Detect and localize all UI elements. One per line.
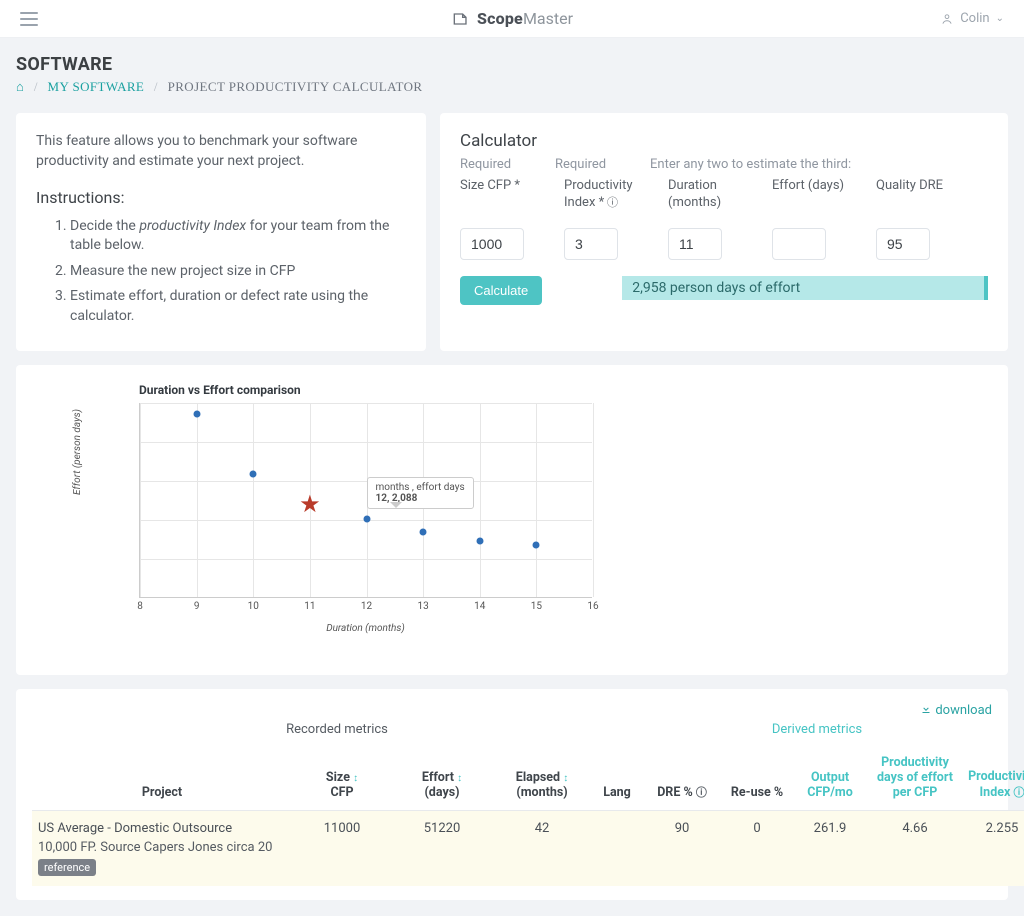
cell-pdpcfp: 4.66	[868, 810, 962, 886]
reference-badge: reference	[38, 859, 96, 876]
th-lang[interactable]: Lang	[592, 751, 642, 811]
label-quality: Quality DRE	[876, 178, 968, 216]
chart-title: Duration vs Effort comparison	[139, 383, 301, 397]
cell-lang	[592, 810, 642, 886]
chart-selected-star[interactable]: ★	[299, 492, 321, 516]
th-elapsed[interactable]: Elapsed ↕(months)	[492, 751, 592, 811]
sort-icon: ↕	[457, 773, 462, 784]
hint-required-1: Required	[460, 157, 555, 172]
chart-point[interactable]	[363, 515, 370, 522]
calculate-button[interactable]: Calculate	[460, 276, 542, 305]
x-tick: 11	[304, 601, 315, 612]
chevron-down-icon: ⌄	[996, 13, 1004, 24]
hint-any-two: Enter any two to estimate the third:	[650, 157, 988, 172]
effort-input[interactable]	[772, 228, 826, 260]
chart-y-axis-label: Effort (person days)	[72, 409, 83, 495]
table-row[interactable]: US Average - Domestic Outsource 10,000 F…	[32, 810, 1024, 886]
chart-point[interactable]	[533, 542, 540, 549]
instruction-step: Estimate effort, duration or defect rate…	[70, 287, 406, 326]
sort-icon: ↕	[353, 773, 358, 784]
info-icon[interactable]: ⓘ	[1013, 786, 1024, 799]
scatter-chart[interactable]: 8910111213141516★months , effort days12,…	[139, 403, 592, 598]
cell-elapsed: 42	[492, 810, 592, 886]
calculator-card: Calculator Required Required Enter any t…	[440, 113, 1008, 351]
sort-icon: ↕	[563, 773, 568, 784]
label-duration: Duration (months)	[668, 178, 760, 216]
download-icon	[920, 703, 932, 715]
instruction-step: Decide the productivity Index for your t…	[70, 217, 406, 256]
th-dre[interactable]: DRE % ⓘ	[642, 751, 722, 811]
metrics-table-card: download Recorded metrics Derived metric…	[16, 689, 1008, 900]
brand-logo: ScopeMaster	[451, 9, 573, 29]
th-size[interactable]: Size ↕CFP	[292, 751, 392, 811]
chart-point[interactable]	[250, 470, 257, 477]
duration-input[interactable]	[668, 228, 722, 260]
x-tick: 8	[137, 601, 143, 612]
intro-card: This feature allows you to benchmark you…	[16, 113, 426, 351]
instructions-list: Decide the productivity Index for your t…	[36, 217, 406, 327]
breadcrumb-current: PROJECT PRODUCTIVITY CALCULATOR	[168, 79, 423, 94]
chart-point[interactable]	[420, 528, 427, 535]
brand-mark-icon	[451, 9, 471, 29]
productivity-index-input[interactable]	[564, 228, 618, 260]
x-tick: 10	[248, 601, 259, 612]
x-tick: 15	[531, 601, 542, 612]
cell-effort: 51220	[392, 810, 492, 886]
th-pi[interactable]: Productivity Index ⓘ	[962, 751, 1024, 811]
th-pdpcfp[interactable]: Productivity days of effort per CFP	[868, 751, 962, 811]
chart-point[interactable]	[193, 410, 200, 417]
label-effort: Effort (days)	[772, 178, 864, 216]
chart-x-axis-label: Duration (months)	[139, 623, 592, 634]
intro-blurb: This feature allows you to benchmark you…	[36, 131, 406, 172]
project-subtitle: 10,000 FP. Source Capers Jones circa 20	[38, 840, 286, 855]
user-menu[interactable]: Colin ⌄	[940, 11, 1004, 26]
th-project[interactable]: Project	[32, 751, 292, 811]
home-icon[interactable]: ⌂	[16, 79, 24, 94]
result-banner: 2,958 person days of effort	[622, 276, 988, 300]
breadcrumb-my-software[interactable]: MY SOFTWARE	[48, 79, 145, 94]
x-tick: 13	[418, 601, 429, 612]
info-icon[interactable]: ⓘ	[696, 786, 707, 799]
calculator-title: Calculator	[460, 131, 988, 151]
instruction-step: Measure the new project size in CFP	[70, 262, 406, 282]
chart-tooltip: months , effort days12, 2,088	[367, 477, 474, 509]
col-group-derived: Derived metrics	[642, 722, 992, 737]
th-reuse[interactable]: Re-use %	[722, 751, 792, 811]
menu-toggle-icon[interactable]	[20, 12, 38, 26]
brand-name-bold: Scope	[477, 9, 523, 28]
chart-point[interactable]	[476, 538, 483, 545]
cell-output: 261.9	[792, 810, 868, 886]
project-name: US Average - Domestic Outsource	[38, 821, 286, 836]
x-tick: 9	[194, 601, 200, 612]
instructions-heading: Instructions:	[36, 188, 406, 207]
x-tick: 12	[361, 601, 372, 612]
cell-reuse: 0	[722, 810, 792, 886]
download-link[interactable]: download	[32, 703, 992, 718]
size-input[interactable]	[460, 228, 524, 260]
cell-dre: 90	[642, 810, 722, 886]
chart-card: Duration vs Effort comparison Effort (pe…	[16, 365, 1008, 675]
breadcrumb: ⌂ / MY SOFTWARE / PROJECT PRODUCTIVITY C…	[16, 79, 1008, 95]
user-name: Colin	[960, 11, 989, 26]
cell-pi: 2.255	[962, 810, 1024, 886]
x-tick: 14	[474, 601, 485, 612]
quality-input[interactable]	[876, 228, 930, 260]
x-tick: 16	[587, 601, 598, 612]
th-effort[interactable]: Effort ↕(days)	[392, 751, 492, 811]
hint-required-2: Required	[555, 157, 650, 172]
metrics-table: Project Size ↕CFP Effort ↕(days) Elapsed…	[32, 751, 1024, 886]
th-output[interactable]: OutputCFP/mo	[792, 751, 868, 811]
topbar: ScopeMaster Colin ⌄	[0, 0, 1024, 38]
brand-name-light: Master	[523, 9, 573, 28]
col-group-recorded: Recorded metrics	[32, 722, 642, 737]
label-size: Size CFP *	[460, 178, 552, 216]
info-icon[interactable]: ⓘ	[604, 196, 618, 209]
user-icon	[940, 12, 954, 26]
cell-size: 11000	[292, 810, 392, 886]
label-pi: Productivity Index * ⓘ	[564, 178, 656, 216]
page-title: SOFTWARE	[16, 54, 1008, 75]
